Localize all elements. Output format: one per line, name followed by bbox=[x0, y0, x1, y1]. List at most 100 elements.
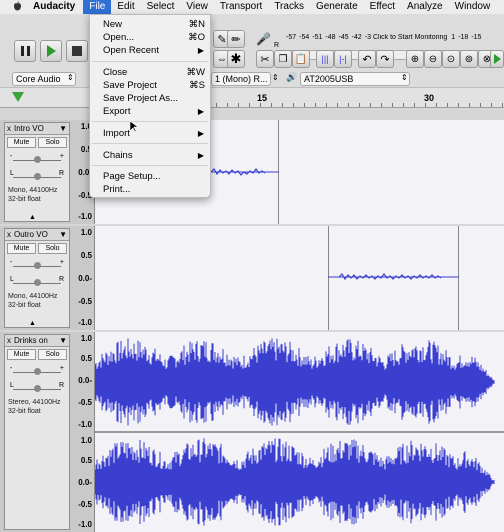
scale-label: -1.0 bbox=[78, 318, 92, 327]
track-name-bar[interactable]: xDrinks on me ▼ bbox=[5, 335, 69, 356]
zoom-out-button[interactable]: ⊖ bbox=[424, 50, 442, 68]
scale-label: 0.5 bbox=[80, 354, 92, 363]
gain-minus-label: - bbox=[10, 153, 13, 160]
menu-item-open[interactable]: Open... ⌘O bbox=[90, 31, 210, 44]
menu-window[interactable]: Window bbox=[449, 0, 497, 14]
track-name: Intro VO bbox=[14, 124, 44, 133]
monitor-label: Click to Start Monitoring bbox=[372, 34, 448, 41]
pin-icon[interactable] bbox=[12, 92, 24, 102]
pan-slider-thumb[interactable] bbox=[34, 385, 41, 392]
apple-icon[interactable] bbox=[13, 0, 25, 14]
trim-button[interactable]: ||| bbox=[316, 50, 334, 68]
menu-analyze[interactable]: Analyze bbox=[401, 0, 449, 14]
chevron-down-icon[interactable]: ▼ bbox=[59, 335, 69, 346]
chevron-down-icon[interactable]: ⇕ bbox=[67, 73, 74, 82]
chevron-down-icon[interactable]: ▼ bbox=[59, 229, 69, 240]
menu-tracks[interactable]: Tracks bbox=[268, 0, 310, 14]
waveform-area[interactable] bbox=[94, 226, 504, 330]
menu-file[interactable]: File bbox=[83, 0, 112, 14]
menu-item-open-recent[interactable]: Open Recent ▶ bbox=[90, 44, 210, 57]
pan-right-label: R bbox=[58, 276, 64, 283]
chevron-down-icon[interactable]: ⇕ bbox=[401, 73, 408, 82]
meter-tick: -3 bbox=[364, 34, 371, 41]
menu-item-label: Page Setup... bbox=[103, 171, 161, 182]
menu-item-page-setup[interactable]: Page Setup... bbox=[90, 170, 210, 183]
close-icon[interactable]: x bbox=[7, 123, 11, 134]
play-button[interactable] bbox=[40, 40, 62, 62]
menu-item-chains[interactable]: Chains ▶ bbox=[90, 149, 210, 162]
track-control-panel[interactable]: xDrinks on me ▼ MuteSolo - + L R Stereo, 44… bbox=[4, 334, 70, 530]
fit-project-icon: ⊚ bbox=[464, 53, 474, 65]
play-at-speed-button[interactable] bbox=[490, 50, 504, 68]
pen-tool-button[interactable]: ✏ bbox=[227, 30, 245, 48]
close-icon[interactable]: x bbox=[7, 229, 11, 240]
pause-button[interactable] bbox=[14, 40, 36, 62]
menu-item-close[interactable]: Close ⌘W bbox=[90, 66, 210, 79]
menu-item-new[interactable]: New ⌘N bbox=[90, 18, 210, 31]
track-control-panel[interactable]: x Outro VO ▼ Mute Solo - + L R Mono, 44100Hz 3… bbox=[4, 228, 70, 328]
multi-tool-button[interactable]: ✱ bbox=[227, 50, 245, 68]
menu-item-print[interactable]: Print... bbox=[90, 183, 210, 196]
mute-button[interactable]: Mute bbox=[7, 349, 36, 360]
stop-button[interactable] bbox=[66, 40, 88, 62]
pan-slider-thumb[interactable] bbox=[34, 279, 41, 286]
amplitude-scale: 1.0 0.5 0.0- -0.5 -1.0 bbox=[72, 226, 94, 330]
recording-channels-select[interactable]: 1 (Mono) R... bbox=[211, 72, 271, 86]
recording-meter[interactable]: -57 -54 -51 -48 -45 -42 -3 Click to Start Monit… bbox=[286, 34, 504, 46]
pan-slider-thumb[interactable] bbox=[34, 173, 41, 180]
zoom-in-button[interactable]: ⊕ bbox=[406, 50, 424, 68]
gain-slider-thumb[interactable] bbox=[34, 156, 41, 163]
menu-item-save-project[interactable]: Save Project ⌘S bbox=[90, 79, 210, 92]
track-control-panel[interactable]: x Intro VO ▼ Mute Solo - + L R Mono, 44100Hz 3… bbox=[4, 122, 70, 222]
menu-view[interactable]: View bbox=[180, 0, 214, 14]
chevron-down-icon[interactable]: ⇕ bbox=[272, 73, 279, 82]
undo-button[interactable]: ↶ bbox=[358, 50, 376, 68]
menu-generate[interactable]: Generate bbox=[310, 0, 364, 14]
fit-selection-button[interactable]: ⊙ bbox=[442, 50, 460, 68]
gain-slider-thumb[interactable] bbox=[34, 262, 41, 269]
collapse-icon[interactable]: ▲ bbox=[29, 214, 36, 221]
menu-transport[interactable]: Transport bbox=[214, 0, 268, 14]
timeline-ruler[interactable]: 15 30 bbox=[0, 88, 504, 108]
solo-button[interactable]: Solo bbox=[38, 137, 67, 148]
chevron-down-icon[interactable]: ▼ bbox=[59, 123, 69, 134]
gain-pan-sliders[interactable]: - + L R bbox=[5, 362, 69, 398]
gain-pan-sliders[interactable]: - + L R bbox=[5, 256, 69, 292]
app-menu[interactable]: Audacity bbox=[25, 0, 83, 14]
menu-separator bbox=[92, 121, 208, 122]
menu-effect[interactable]: Effect bbox=[364, 0, 401, 14]
fit-selection-icon: ⊙ bbox=[446, 53, 456, 65]
menu-separator bbox=[92, 165, 208, 166]
menu-edit[interactable]: Edit bbox=[111, 0, 140, 14]
paste-button[interactable]: 📋 bbox=[292, 50, 310, 68]
waveform-area-stereo[interactable] bbox=[94, 332, 504, 532]
collapse-icon[interactable]: ▲ bbox=[29, 320, 36, 327]
track-format: Stereo, 44100Hz bbox=[8, 399, 61, 406]
menu-item-export[interactable]: Export ▶ bbox=[90, 105, 210, 118]
track-name: Outro VO bbox=[14, 230, 48, 239]
playback-device-select[interactable]: AT2005USB bbox=[300, 72, 410, 86]
pan-right-label: R bbox=[58, 170, 64, 177]
redo-button[interactable]: ↷ bbox=[376, 50, 394, 68]
close-icon[interactable]: x bbox=[7, 335, 11, 346]
menu-item-import[interactable]: Import ▶ bbox=[90, 127, 210, 140]
gain-plus-label: + bbox=[59, 259, 64, 266]
microphone-icon[interactable]: 🎤 bbox=[256, 32, 271, 46]
track-name-bar[interactable]: x Outro VO ▼ bbox=[5, 229, 69, 241]
mute-button[interactable]: Mute bbox=[7, 243, 36, 254]
silence-button[interactable]: |-| bbox=[334, 50, 352, 68]
solo-button[interactable]: Solo bbox=[38, 243, 67, 254]
track-name-bar[interactable]: x Intro VO ▼ bbox=[5, 123, 69, 135]
copy-button[interactable]: ❐ bbox=[274, 50, 292, 68]
fit-project-button[interactable]: ⊚ bbox=[460, 50, 478, 68]
zoom-tool-icon: ⇔ bbox=[217, 53, 227, 65]
cut-button[interactable]: ✂ bbox=[256, 50, 274, 68]
track-bit-depth: 32-bit float bbox=[8, 196, 41, 203]
menu-item-label: Close bbox=[103, 67, 128, 78]
menu-item-save-project-as[interactable]: Save Project As... bbox=[90, 92, 210, 105]
mute-button[interactable]: Mute bbox=[7, 137, 36, 148]
solo-button[interactable]: Solo bbox=[38, 349, 67, 360]
gain-pan-sliders[interactable]: - + L R bbox=[5, 150, 69, 186]
menu-select[interactable]: Select bbox=[141, 0, 181, 14]
gain-slider-thumb[interactable] bbox=[34, 368, 41, 375]
